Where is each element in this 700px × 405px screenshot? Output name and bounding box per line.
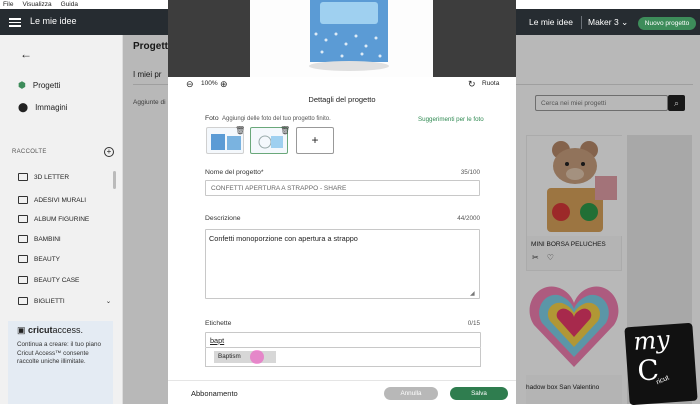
tags-counter: 0/15 bbox=[467, 320, 480, 327]
sidebar-item-label: Progetti bbox=[32, 81, 61, 90]
collection-label: BAMBINI bbox=[34, 235, 61, 243]
sidebar-scrollbar[interactable] bbox=[113, 171, 116, 189]
zoom-level: 100% bbox=[201, 80, 218, 87]
description-counter: 44/2000 bbox=[457, 215, 480, 222]
folder-icon bbox=[18, 173, 28, 181]
save-button[interactable]: Salva bbox=[450, 387, 508, 400]
mouse-cursor bbox=[250, 350, 264, 364]
folder-icon bbox=[18, 276, 28, 284]
tag-suggestions-dropdown: Baptism bbox=[205, 348, 481, 367]
chevron-down-icon: ⌄ bbox=[105, 298, 112, 305]
collection-item[interactable]: BAMBINI bbox=[18, 235, 61, 243]
tags-label: Etichette bbox=[205, 320, 232, 327]
cancel-button[interactable]: Annulla bbox=[384, 387, 438, 400]
dialog-footer: Abbonamento Annulla Salva bbox=[168, 380, 516, 404]
rotate-icon[interactable]: ↻ bbox=[468, 79, 476, 90]
collection-item[interactable]: BEAUTY bbox=[18, 255, 60, 263]
trash-icon[interactable]: 🗑 bbox=[280, 126, 290, 135]
app-title: Le mie idee bbox=[30, 16, 77, 26]
collection-label: ADESIVI MURALI bbox=[34, 196, 87, 204]
sidebar-item-images[interactable]: ⬤ Immagini bbox=[18, 102, 68, 113]
photo-suggestions-link[interactable]: Suggerimenti per le foto bbox=[418, 116, 484, 123]
folder-icon bbox=[18, 215, 28, 223]
rotate-label[interactable]: Ruota bbox=[482, 80, 499, 87]
access-promo-text: Continua a creare: il tuo piano Cricut A… bbox=[17, 341, 102, 365]
back-arrow-icon[interactable]: ← bbox=[20, 47, 32, 61]
os-menu-view[interactable]: Visualizza bbox=[22, 0, 51, 9]
new-project-button[interactable]: Nuovo progetto bbox=[638, 17, 696, 30]
folder-icon bbox=[18, 255, 28, 263]
watermark-logo: my C ricut bbox=[624, 322, 698, 405]
hamburger-menu-icon[interactable] bbox=[9, 16, 21, 28]
project-name-counter: 35/100 bbox=[460, 169, 480, 176]
add-collection-icon[interactable]: + bbox=[104, 147, 114, 157]
machine-selector[interactable]: Maker 3 ⌄ bbox=[588, 17, 628, 28]
collection-item[interactable]: BEAUTY CASE bbox=[18, 276, 79, 284]
cricut-access-logo: ▣ cricutaccess. bbox=[17, 325, 84, 335]
os-menu-help[interactable]: Guida bbox=[61, 0, 78, 9]
my-ideas-link[interactable]: Le mie idee bbox=[529, 17, 573, 27]
os-menu-file[interactable]: File bbox=[3, 0, 13, 9]
machine-name: Maker 3 bbox=[588, 17, 619, 27]
trash-icon[interactable]: 🗑 bbox=[235, 126, 245, 135]
collection-label: ALBUM FIGURINE bbox=[34, 215, 90, 223]
watermark-my: my bbox=[632, 325, 671, 356]
project-details-dialog: Dettagli del progetto Foto Aggiungi dell… bbox=[168, 91, 516, 380]
zoom-in-icon[interactable]: ⊕ bbox=[220, 79, 228, 90]
collection-item[interactable]: ALBUM FIGURINE bbox=[18, 215, 89, 223]
project-name-label: Nome del progetto* bbox=[205, 169, 264, 176]
tags-input[interactable]: bapt bbox=[205, 332, 481, 348]
collections-header: RACCOLTE bbox=[12, 149, 47, 155]
pin-icon: ⬤ bbox=[18, 102, 29, 112]
folder-icon bbox=[18, 235, 28, 243]
collection-item[interactable]: 3D LETTER bbox=[18, 173, 69, 181]
tag-suggestion-item[interactable]: Baptism bbox=[214, 351, 276, 363]
project-name-input[interactable]: CONFETTI APERTURA A STRAPPO - SHARE bbox=[205, 180, 480, 196]
access-logo-icon: ▣ bbox=[17, 325, 29, 335]
preview-toolbar: ⊖ 100% ⊕ ↻ Ruota bbox=[168, 77, 516, 91]
topbar-divider bbox=[581, 16, 582, 29]
collection-label: BIGLIETTI bbox=[34, 297, 65, 305]
dialog-title: Dettagli del progetto bbox=[308, 95, 376, 104]
collection-item[interactable]: BIGLIETTI ⌄ bbox=[18, 297, 111, 305]
resize-handle-icon[interactable]: ◢ bbox=[470, 290, 475, 297]
collection-item[interactable]: ADESIVI MURALI bbox=[18, 196, 86, 204]
cricut-access-promo[interactable]: ▣ cricutaccess. Continua a creare: il tu… bbox=[8, 321, 113, 404]
folder-icon bbox=[18, 196, 28, 204]
collection-label: 3D LETTER bbox=[34, 173, 70, 181]
chevron-down-icon: ⌄ bbox=[621, 17, 629, 27]
sidebar-item-projects[interactable]: ⬢ Progetti bbox=[18, 80, 60, 91]
sidebar: ← ⬢ Progetti ⬤ Immagini RACCOLTE + 3D LE… bbox=[0, 35, 123, 404]
zoom-out-icon[interactable]: ⊖ bbox=[186, 79, 194, 90]
collection-label: BEAUTY bbox=[34, 255, 61, 263]
description-label: Descrizione bbox=[205, 215, 241, 222]
projects-icon: ⬢ bbox=[18, 80, 26, 90]
description-textarea[interactable]: Confetti monoporzione con apertura a str… bbox=[205, 229, 480, 299]
sidebar-item-label: Immagini bbox=[35, 103, 68, 112]
folder-icon bbox=[18, 297, 28, 305]
add-photo-button[interactable]: + bbox=[296, 127, 334, 154]
photo-label: Foto bbox=[205, 115, 219, 122]
collection-label: BEAUTY CASE bbox=[34, 276, 80, 284]
subscription-label: Abbonamento bbox=[191, 389, 238, 398]
project-preview-image bbox=[250, 0, 433, 77]
photo-hint: Aggiungi delle foto del tuo progetto fin… bbox=[222, 116, 331, 122]
